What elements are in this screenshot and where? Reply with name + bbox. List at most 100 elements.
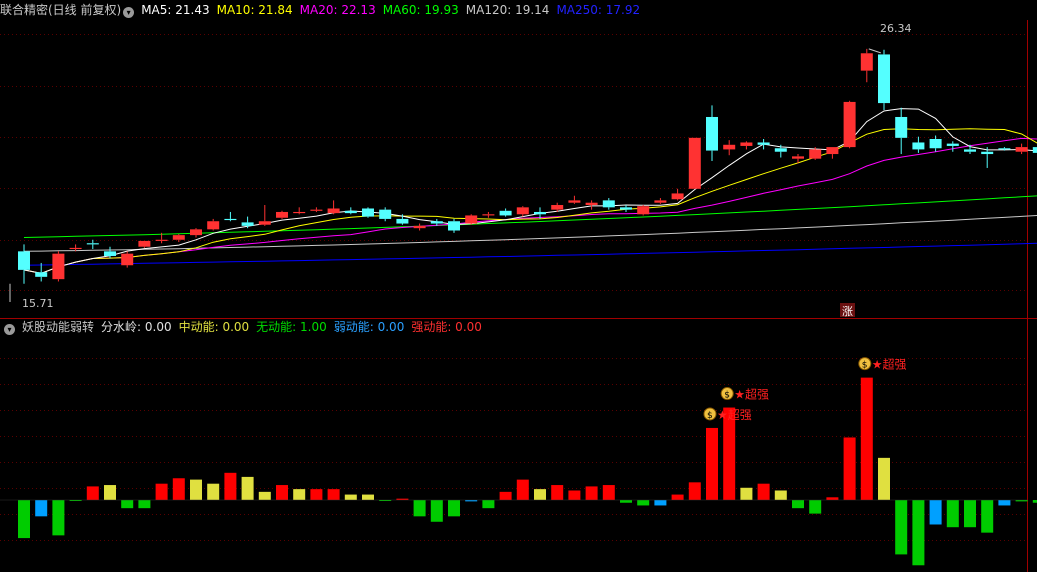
ma20-line [23, 137, 1037, 274]
candle-down [964, 149, 976, 152]
candle-up [740, 142, 753, 146]
candle-down [344, 210, 357, 214]
candle-up [516, 207, 529, 215]
candle-up [688, 137, 701, 189]
high-marker-line [868, 48, 881, 54]
candle-up [568, 200, 581, 203]
indicator-bar [258, 491, 271, 501]
indicator-bar [534, 489, 546, 501]
candle-down [430, 221, 443, 224]
indicator-bar [448, 500, 460, 517]
indicator-bar [499, 491, 512, 501]
indicator-bar [774, 490, 787, 501]
candle-down [499, 210, 512, 216]
indicator-bar [241, 476, 254, 501]
candle-down [620, 207, 632, 210]
indicator-bar [792, 500, 804, 509]
super-strong-marker: $ ★超强 [720, 387, 769, 402]
candle-down [774, 148, 787, 152]
candle-up [723, 144, 736, 150]
grid-lines [0, 34, 1027, 541]
indicator-bar [895, 500, 908, 555]
candle-up [671, 193, 684, 200]
indicator-bar [860, 377, 873, 501]
indicator-bar [482, 500, 495, 509]
candle-up [826, 147, 839, 155]
indicator-bar [826, 497, 839, 501]
indicator-bar [551, 485, 564, 501]
indicator-bar [207, 483, 220, 501]
indicator-bar [327, 489, 340, 501]
indicator-bar [516, 479, 529, 501]
indicator-bar [138, 500, 151, 509]
indicator-bar [155, 483, 168, 501]
indicator-bar [1032, 500, 1037, 503]
indicator-bar [104, 485, 116, 501]
indicator-bar [172, 478, 185, 501]
indicator-bar [430, 500, 443, 522]
candle-up [585, 202, 598, 206]
indicator-bar [293, 489, 306, 501]
indicator-bar [190, 479, 202, 501]
candle-down [602, 200, 615, 208]
candle-up [190, 229, 202, 236]
super-strong-label: ★超强 [734, 387, 769, 402]
ma250-line [23, 242, 1037, 266]
candle-up [121, 253, 134, 266]
indicator-bars [0, 377, 1037, 566]
indicator-bar [52, 500, 65, 536]
super-strong-marker: $ ★超强 [703, 407, 752, 422]
indicator-bar [35, 500, 48, 517]
indicator-bar [843, 437, 856, 501]
candle-up [860, 53, 873, 71]
indicator-bar [706, 427, 718, 501]
indicator-bar [964, 500, 976, 528]
super-strong-label: ★超强 [872, 357, 907, 372]
candle-down [362, 208, 374, 217]
candle-down [534, 211, 546, 215]
indicator-bar [362, 494, 374, 501]
candle-down [706, 116, 718, 151]
indicator-bar [637, 500, 650, 506]
indicator-bar [740, 487, 753, 501]
candle-down [379, 209, 392, 219]
indicator-bar [602, 485, 615, 501]
candle-up [654, 200, 667, 203]
candle-down [18, 251, 30, 270]
candle-down [912, 142, 925, 150]
indicator-bar [310, 489, 323, 501]
candle-down [241, 222, 254, 226]
candle-down [895, 116, 908, 138]
candle-up [310, 209, 323, 211]
candle-up [52, 253, 65, 280]
candle-down [448, 221, 460, 231]
candle-up [465, 215, 478, 224]
candle-up [327, 208, 340, 214]
candle-down [104, 251, 116, 256]
ma120-line [23, 215, 1037, 252]
indicator-bar [568, 490, 581, 501]
candle-up [69, 247, 82, 250]
high-price-label: 26.34 [880, 22, 912, 35]
indicator-bar [18, 500, 30, 539]
indicator-bar [757, 483, 770, 501]
candle-up [207, 221, 220, 230]
money-bag-glyph: $ [724, 391, 730, 401]
indicator-bar [946, 500, 959, 528]
ma10-line [23, 128, 1037, 274]
candle-up [276, 211, 288, 218]
candle-up [155, 239, 168, 241]
chart-canvas[interactable]: $ ★超强 $ ★超强 $ ★超强 26.34 15.71 涨 [0, 0, 1037, 572]
candle-down [946, 143, 959, 146]
candle-up [138, 240, 151, 247]
candle-down [998, 148, 1011, 150]
indicator-bar [654, 500, 667, 506]
indicator-bar [86, 486, 99, 501]
moving-average-lines [23, 108, 1037, 274]
indicator-bar [929, 500, 942, 525]
money-bag-glyph: $ [862, 361, 868, 371]
candle-down [396, 218, 409, 224]
zhang-label: 涨 [842, 305, 853, 318]
candle-up [293, 211, 306, 214]
candle-up [843, 101, 856, 148]
